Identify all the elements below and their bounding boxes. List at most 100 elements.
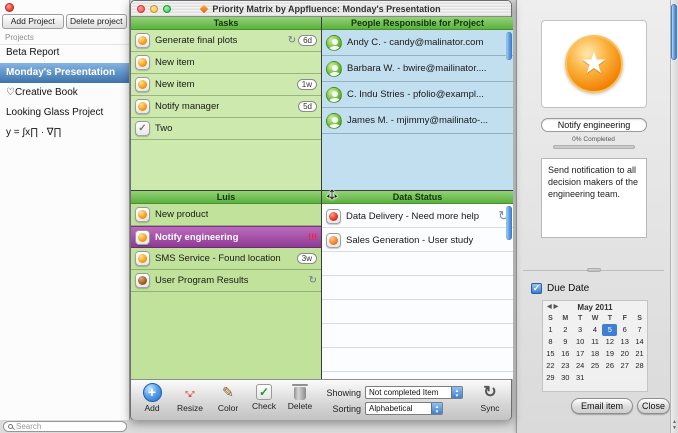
task-row[interactable]: ✓ Two — [131, 118, 321, 140]
calendar-day[interactable]: 13 — [617, 336, 632, 348]
add-project-button[interactable]: Add Project — [2, 14, 64, 29]
data-status-scrollbar-thumb[interactable] — [506, 206, 512, 240]
person-row[interactable]: James M. - mjimmy@mailinato-... — [322, 108, 513, 134]
check-button[interactable]: ✓ Check — [245, 383, 283, 411]
calendar-day[interactable]: 15 — [543, 348, 558, 360]
task-row[interactable]: Generate final plots ↻ 6d — [131, 30, 321, 52]
stepper-icon[interactable]: ▲ ▼ — [451, 387, 462, 398]
sorting-dropdown[interactable]: Alphabetical ▲ ▼ — [365, 402, 443, 415]
task-status-icon[interactable] — [135, 273, 150, 288]
calendar-day[interactable]: 12 — [602, 336, 617, 348]
calendar-day[interactable]: 20 — [617, 348, 632, 360]
scrollbar-arrows[interactable]: ▲ ▼ — [671, 419, 678, 431]
calendar-day[interactable]: 16 — [558, 348, 573, 360]
task-row[interactable]: Sales Generation - User study — [322, 228, 513, 252]
person-row[interactable]: C. Indu Stries - pfolio@exampl... — [322, 82, 513, 108]
search-input[interactable] — [16, 422, 122, 431]
task-row-selected[interactable]: Notify engineering !!! — [131, 226, 321, 248]
task-status-icon[interactable] — [135, 99, 150, 114]
quadrant-luis-header[interactable]: Luis — [131, 191, 321, 204]
showing-dropdown[interactable]: Not completed Item ▲ ▼ — [365, 386, 463, 399]
calendar-day[interactable]: 11 — [588, 336, 603, 348]
scroll-down-icon[interactable]: ▼ — [671, 425, 678, 431]
search-field[interactable] — [3, 421, 127, 432]
task-row[interactable]: User Program Results ↻ — [131, 270, 321, 292]
close-icon[interactable] — [137, 5, 145, 13]
task-row[interactable]: Data Delivery - Need more help ↻ — [322, 204, 513, 228]
sync-button[interactable]: ↻ Sync — [471, 383, 509, 413]
window-close-button[interactable] — [5, 3, 14, 12]
calendar-day[interactable]: 18 — [588, 348, 603, 360]
calendar-day[interactable]: 19 — [602, 348, 617, 360]
calendar-day[interactable]: 25 — [588, 360, 603, 372]
task-status-icon[interactable]: ✓ — [135, 121, 150, 136]
project-item[interactable]: y = ∫x∏ ∙ ∇∏ — [0, 123, 129, 143]
delete-project-button[interactable]: Delete project — [66, 14, 128, 29]
task-row[interactable]: New product — [131, 204, 321, 226]
item-notes-field[interactable]: Send notification to all decision makers… — [541, 158, 647, 238]
next-month-icon[interactable]: ▶ — [554, 304, 561, 310]
task-row[interactable]: SMS Service - Found location 3w — [131, 248, 321, 270]
task-status-icon[interactable] — [135, 55, 150, 70]
delete-button[interactable]: Delete — [281, 383, 319, 411]
calendar-day[interactable]: 3 — [573, 324, 588, 336]
add-button[interactable]: + Add — [133, 383, 171, 413]
minimize-icon[interactable] — [150, 5, 158, 13]
email-item-button[interactable]: Email item — [571, 398, 633, 414]
calendar-day[interactable]: 6 — [617, 324, 632, 336]
calendar-day[interactable]: 4 — [588, 324, 603, 336]
calendar-day[interactable]: 17 — [573, 348, 588, 360]
due-date-checkbox[interactable]: ✓ — [531, 283, 542, 294]
project-item[interactable]: Looking Glass Project — [0, 103, 129, 123]
quadrant-data-status-header[interactable]: Data Status — [322, 191, 513, 204]
project-item[interactable]: ♡Creative Book — [0, 83, 129, 103]
person-row[interactable]: Andy C. - candy@malinator.com — [322, 30, 513, 56]
quadrant-people-header[interactable]: People Responsible for Project — [322, 17, 513, 30]
calendar-day[interactable]: 8 — [543, 336, 558, 348]
task-row[interactable]: New item — [131, 52, 321, 74]
calendar-day[interactable]: 9 — [558, 336, 573, 348]
calendar-day[interactable]: 7 — [632, 324, 647, 336]
project-item[interactable]: Beta Report — [0, 43, 129, 63]
task-row[interactable]: New item 1w — [131, 74, 321, 96]
calendar-day[interactable]: 23 — [558, 360, 573, 372]
calendar-day-selected[interactable]: 5 — [602, 324, 617, 336]
task-status-icon[interactable] — [135, 230, 150, 245]
color-button[interactable]: ✎ Color — [209, 383, 247, 413]
stepper-icon[interactable]: ▲ ▼ — [431, 403, 442, 414]
calendar-day[interactable]: 27 — [617, 360, 632, 372]
scrollbar-thumb[interactable] — [671, 4, 677, 60]
calendar-day[interactable]: 29 — [543, 372, 558, 384]
close-button[interactable]: Close — [637, 398, 670, 414]
calendar-day[interactable]: 22 — [543, 360, 558, 372]
calendar-day[interactable]: 24 — [573, 360, 588, 372]
task-status-icon[interactable] — [326, 233, 341, 248]
calendar-day[interactable]: 2 — [558, 324, 573, 336]
task-status-icon[interactable] — [326, 209, 341, 224]
zoom-icon[interactable] — [163, 5, 171, 13]
people-scrollbar-thumb[interactable] — [506, 32, 512, 60]
calendar-day[interactable]: 31 — [573, 372, 588, 384]
item-name-field[interactable]: Notify engineering — [541, 118, 647, 132]
task-status-icon[interactable] — [135, 207, 150, 222]
task-status-icon[interactable] — [135, 77, 150, 92]
move-cursor-icon[interactable]: ↔ ↕ — [321, 183, 343, 205]
calendar-day[interactable]: 10 — [573, 336, 588, 348]
calendar-day[interactable]: 14 — [632, 336, 647, 348]
calendar-day[interactable]: 30 — [558, 372, 573, 384]
calendar-day[interactable]: 1 — [543, 324, 558, 336]
divider-handle-icon[interactable] — [587, 268, 601, 272]
quadrant-tasks-header[interactable]: Tasks — [131, 17, 321, 30]
project-item-selected[interactable]: Monday's Presentation — [0, 63, 129, 83]
resize-button[interactable]: ↔ ↔ Resize — [171, 383, 209, 413]
calendar-day[interactable]: 26 — [602, 360, 617, 372]
prev-month-icon[interactable]: ◀ — [547, 304, 554, 310]
task-row[interactable]: Notify manager 5d — [131, 96, 321, 118]
calendar-day[interactable]: 21 — [632, 348, 647, 360]
calendar-day[interactable]: 28 — [632, 360, 647, 372]
person-row[interactable]: Barbara W. - bwire@mailinator.... — [322, 56, 513, 82]
titlebar[interactable]: Priority Matrix by Appfluence: Monday's … — [131, 1, 511, 17]
task-status-icon[interactable] — [135, 33, 150, 48]
task-status-icon[interactable] — [135, 251, 150, 266]
vertical-scrollbar[interactable]: ▲ ▼ — [670, 0, 678, 433]
